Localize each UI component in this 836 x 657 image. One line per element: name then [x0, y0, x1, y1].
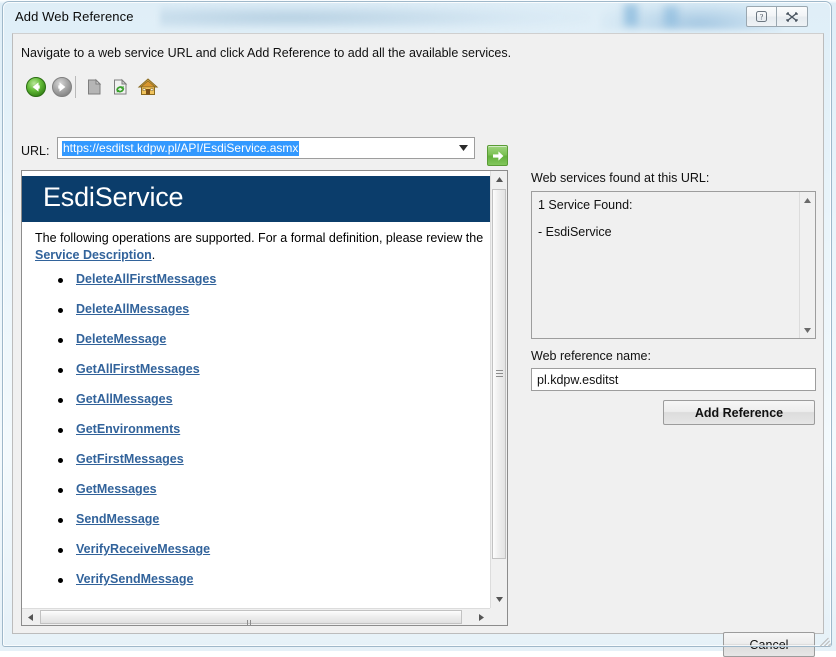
operation-link[interactable]: DeleteAllMessages: [76, 302, 189, 316]
services-found-listbox[interactable]: 1 Service Found: - EsdiService: [531, 191, 816, 339]
operation-list-item: VerifyReceiveMessage: [58, 542, 216, 572]
window-title: Add Web Reference: [15, 9, 134, 24]
arrow-right-icon: [492, 150, 503, 161]
operation-list-item: GetFirstMessages: [58, 452, 216, 482]
operation-list-item: GetAllFirstMessages: [58, 362, 216, 392]
browser-vertical-scrollbar[interactable]: [490, 171, 507, 608]
refresh-button[interactable]: [107, 74, 133, 100]
operation-link[interactable]: GetAllFirstMessages: [76, 362, 200, 376]
scroll-down-icon[interactable]: [800, 322, 815, 338]
operation-link[interactable]: GetEnvironments: [76, 422, 180, 436]
scroll-up-icon[interactable]: [491, 171, 507, 188]
close-icon: [777, 7, 807, 26]
operation-list-item: SendMessage: [58, 512, 216, 542]
forward-button[interactable]: [49, 74, 75, 100]
close-button[interactable]: [777, 6, 808, 27]
back-button[interactable]: [23, 74, 49, 100]
cancel-button[interactable]: Cancel: [723, 632, 815, 657]
operation-list-item: VerifySendMessage: [58, 572, 216, 602]
stop-button[interactable]: [81, 74, 107, 100]
operation-list-item: DeleteAllFirstMessages: [58, 272, 216, 302]
operation-link[interactable]: SendMessage: [76, 512, 159, 526]
services-found-count: 1 Service Found:: [538, 198, 633, 212]
operation-link[interactable]: GetFirstMessages: [76, 452, 184, 466]
operation-link[interactable]: GetMessages: [76, 482, 157, 496]
scroll-left-icon[interactable]: [22, 609, 39, 625]
operation-link[interactable]: DeleteMessage: [76, 332, 166, 346]
operation-list-item: GetEnvironments: [58, 422, 216, 452]
scroll-right-icon[interactable]: [473, 609, 490, 625]
scrollbar-corner: [490, 608, 507, 625]
chevron-down-icon[interactable]: [455, 139, 472, 157]
resize-grip[interactable]: [819, 634, 833, 648]
scroll-thumb-grip: [247, 614, 255, 625]
service-title: EsdiService: [43, 182, 184, 212]
browser-horizontal-scroll-thumb[interactable]: [40, 610, 462, 625]
help-icon: ?: [747, 7, 776, 26]
dialog-window: Add Web Reference ? Navigate to a web se…: [0, 0, 836, 657]
title-bar[interactable]: Add Web Reference ?: [4, 3, 832, 31]
web-reference-name-label: Web reference name:: [531, 349, 651, 363]
operation-list-item: DeleteAllMessages: [58, 302, 216, 332]
add-reference-button[interactable]: Add Reference: [663, 400, 815, 425]
dialog-client-area: Navigate to a web service URL and click …: [12, 33, 824, 657]
browser-horizontal-scrollbar[interactable]: [22, 608, 490, 625]
scroll-up-icon[interactable]: [800, 192, 815, 208]
go-button[interactable]: [487, 145, 508, 166]
url-label: URL:: [21, 144, 50, 158]
operation-list-item: DeleteMessage: [58, 332, 216, 362]
service-description-link[interactable]: Service Description: [35, 248, 152, 262]
operation-link[interactable]: VerifyReceiveMessage: [76, 542, 210, 556]
operation-link[interactable]: GetAllMessages: [76, 392, 173, 406]
service-header-banner: EsdiService: [22, 176, 495, 222]
services-vertical-scrollbar[interactable]: [799, 192, 815, 338]
service-description-text: The following operations are supported. …: [35, 230, 487, 264]
toolbar-separator: [75, 76, 76, 98]
service-list-item[interactable]: - EsdiService: [538, 225, 612, 239]
url-combobox[interactable]: https://esditst.kdpw.pl/API/EsdiService.…: [57, 137, 475, 159]
description-prefix: The following operations are supported. …: [35, 231, 484, 245]
operations-list: DeleteAllFirstMessages DeleteAllMessages D…: [58, 272, 216, 602]
url-input-value[interactable]: https://esditst.kdpw.pl/API/EsdiService.…: [62, 141, 300, 156]
operation-list-item: GetMessages: [58, 482, 216, 512]
description-suffix: .: [151, 248, 156, 262]
home-button[interactable]: [135, 74, 161, 100]
help-button[interactable]: ?: [746, 6, 777, 27]
service-browser-pane: EsdiService The following operations are…: [21, 170, 508, 626]
scroll-thumb-grip: [496, 370, 503, 378]
operation-list-item: GetAllMessages: [58, 392, 216, 422]
services-found-label: Web services found at this URL:: [531, 171, 710, 185]
instruction-text: Navigate to a web service URL and click …: [21, 46, 512, 60]
web-reference-name-input[interactable]: [531, 368, 816, 391]
svg-text:?: ?: [760, 13, 764, 22]
operation-link[interactable]: VerifySendMessage: [76, 572, 193, 586]
scroll-down-icon[interactable]: [491, 591, 507, 608]
navigation-toolbar: [19, 74, 219, 104]
browser-vertical-scroll-thumb[interactable]: [492, 189, 506, 559]
operation-link[interactable]: DeleteAllFirstMessages: [76, 272, 216, 286]
